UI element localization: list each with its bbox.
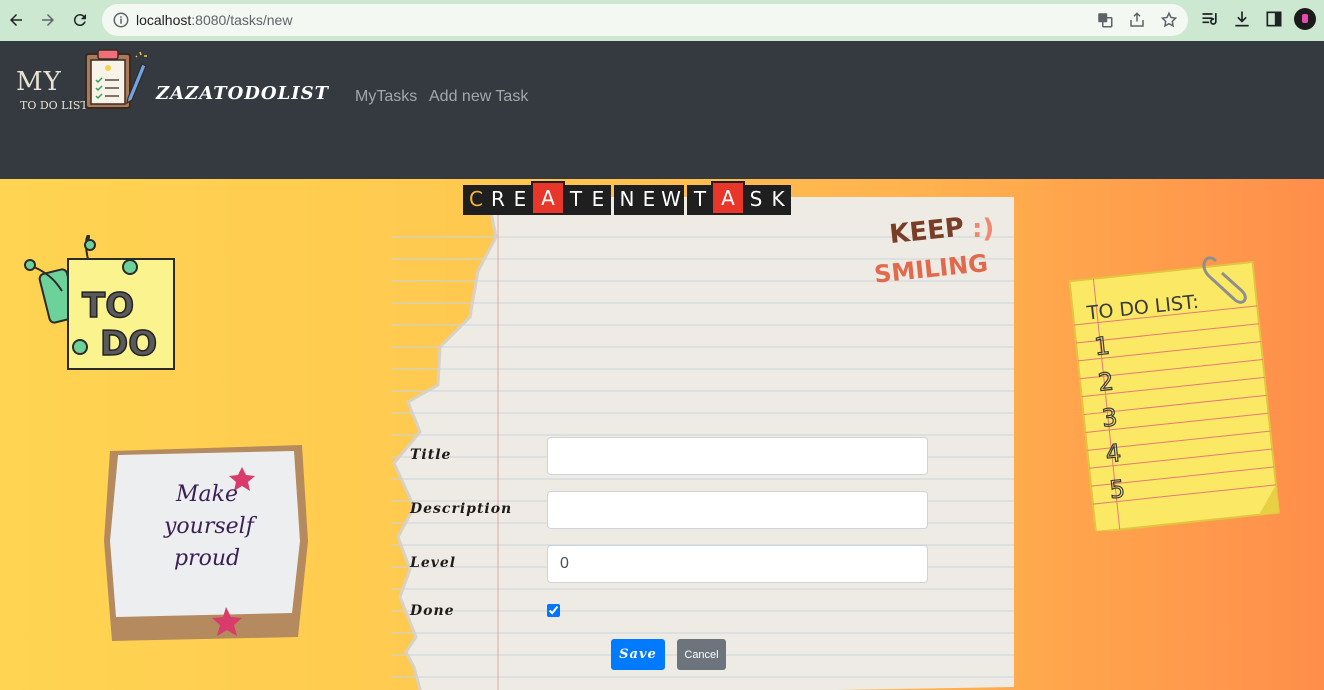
heading-letter: T — [693, 187, 707, 211]
reading-list-icon[interactable] — [1200, 9, 1220, 29]
heading-letter: E — [642, 187, 656, 211]
url-text: localhost:8080/tasks/new — [136, 12, 293, 28]
keep-smiling-sticker: KEEP :) SMILING — [873, 212, 994, 287]
logo-text[interactable]: MY — [16, 67, 62, 97]
description-input[interactable] — [547, 491, 928, 529]
arrow-left-icon — [10, 14, 22, 26]
list-number: 3 — [1101, 403, 1119, 432]
browser-toolbar: localhost:8080/tasks/new — [0, 0, 1324, 41]
save-button[interactable]: Save — [611, 639, 665, 670]
heading-letter: W — [661, 187, 681, 211]
share-icon[interactable] — [1128, 11, 1146, 29]
heading-letter: A — [531, 181, 565, 215]
star-icon[interactable] — [1160, 11, 1178, 29]
logo-subtext: TO DO LIST — [20, 99, 88, 112]
nav-link-add-new-task[interactable]: Add new Task — [429, 88, 528, 106]
heading-letter: R — [491, 187, 505, 211]
list-number: 5 — [1108, 475, 1126, 504]
make-yourself-proud-note: Make yourself proud — [104, 445, 308, 641]
back-button[interactable] — [4, 8, 28, 32]
sticker-keep-text: KEEP — [888, 212, 965, 250]
clipboard-icon[interactable] — [84, 48, 148, 110]
heading-letter: E — [591, 187, 605, 211]
heading-letter: E — [513, 187, 527, 211]
arrow-right-icon — [42, 14, 54, 26]
title-input[interactable] — [547, 437, 928, 475]
note-line1: Make — [175, 482, 238, 507]
level-input[interactable] — [547, 545, 928, 583]
description-label: Description — [410, 501, 513, 517]
heading-letter: N — [619, 187, 635, 211]
todo-sticker-line1: TO — [82, 286, 134, 326]
list-number: 1 — [1093, 332, 1111, 361]
side-panel-icon[interactable] — [1264, 9, 1284, 29]
level-label: Level — [410, 555, 457, 571]
heading-letter: A — [711, 181, 745, 215]
heading-letter: C — [469, 187, 483, 211]
list-number: 2 — [1097, 367, 1115, 396]
reload-icon — [73, 14, 86, 27]
heading-word-new: N E W — [614, 185, 684, 215]
cancel-button[interactable]: Cancel — [677, 639, 726, 670]
todo-sticker-line2: DO — [100, 324, 157, 364]
heading-letter: S — [749, 187, 763, 211]
sticker-smile-face: :) — [972, 214, 994, 244]
list-number: 4 — [1104, 439, 1122, 468]
info-icon[interactable] — [112, 11, 130, 29]
address-bar[interactable]: localhost:8080/tasks/new — [102, 4, 1188, 36]
title-label: Title — [410, 447, 452, 463]
todo-list-note: TO DO LIST: 1 2 3 4 5 — [1068, 256, 1280, 531]
main-content: C R E A T E N E W T A S K KEEP :) SMILIN… — [0, 179, 1324, 690]
reload-button[interactable] — [68, 8, 92, 32]
done-label: Done — [410, 603, 455, 619]
sticker-smiling-text: SMILING — [873, 249, 989, 287]
brand-title[interactable]: ZAZATODOLIST — [156, 83, 329, 104]
heading-letter: K — [771, 187, 785, 211]
done-checkbox[interactable] — [547, 604, 560, 617]
nav-link-mytasks[interactable]: MyTasks — [355, 88, 417, 106]
heading-letter: T — [569, 187, 583, 211]
heading-word-create: C R E A T E — [463, 181, 611, 215]
download-icon[interactable] — [1232, 9, 1252, 29]
page-heading: C R E A T E N E W T A S K — [463, 181, 791, 215]
note-line2: yourself — [163, 514, 258, 539]
site-navbar: MY TO DO LIST ZAZATODOLIST MyTasks Add n… — [0, 41, 1324, 179]
forward-button[interactable] — [36, 8, 60, 32]
note-line3: proud — [174, 546, 240, 571]
profile-avatar[interactable] — [1294, 8, 1316, 30]
translate-icon[interactable] — [1096, 11, 1114, 29]
heading-word-task: T A S K — [687, 181, 791, 215]
todo-sticker: TO DO — [24, 235, 175, 370]
